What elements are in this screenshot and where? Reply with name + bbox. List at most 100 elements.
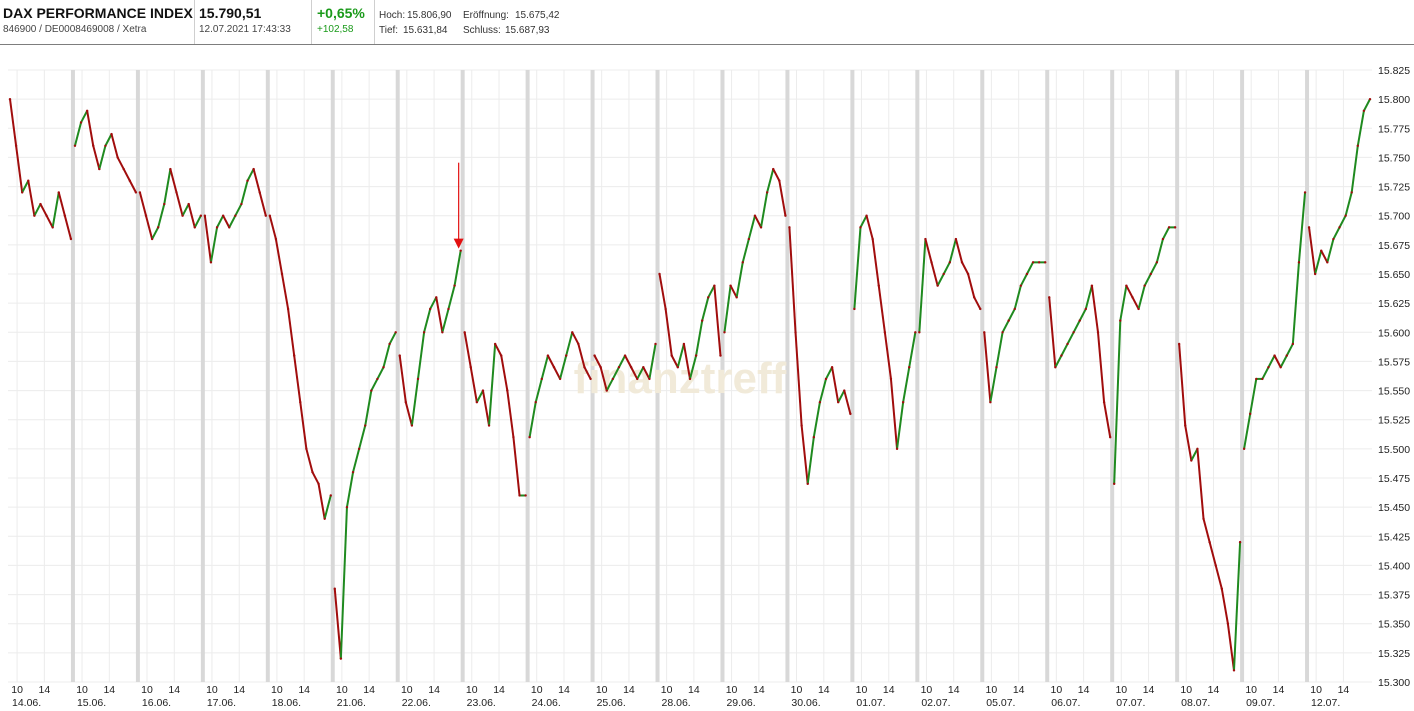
price-segment — [837, 390, 846, 403]
price-point — [1356, 144, 1360, 147]
price-point — [960, 261, 964, 264]
x-day-label: 12.07. — [1311, 697, 1340, 709]
price-point — [246, 179, 249, 182]
price-point — [8, 97, 12, 101]
price-segment — [806, 437, 815, 484]
price-point — [1208, 540, 1211, 544]
y-tick-label: 15.650 — [1378, 269, 1410, 281]
price-segment — [370, 378, 379, 392]
x-hour-label: 10 — [76, 684, 88, 696]
x-day-label: 06.07. — [1051, 697, 1080, 709]
price-point — [493, 342, 497, 346]
price-segment — [441, 308, 450, 333]
price-segment — [918, 238, 927, 333]
price-point — [849, 412, 852, 416]
price-point — [605, 389, 608, 392]
price-segment — [565, 332, 574, 356]
price-segment — [760, 192, 769, 228]
price-point — [51, 226, 54, 229]
price-point — [39, 202, 42, 206]
price-segment — [1332, 226, 1341, 240]
price-point — [410, 424, 414, 427]
price-segment — [9, 99, 18, 146]
price-point — [788, 226, 791, 229]
price-segment — [57, 192, 66, 216]
price-point — [506, 389, 509, 392]
price-segment — [908, 332, 917, 368]
price-segment — [658, 273, 667, 310]
x-day-label: 14.06. — [12, 697, 41, 709]
price-point — [729, 284, 732, 287]
price-segment — [234, 203, 243, 217]
low-label: Tief: — [379, 25, 399, 36]
price-point — [989, 401, 992, 404]
price-segment — [1226, 623, 1235, 671]
day-series-16.06. — [138, 167, 203, 241]
price-point — [1177, 342, 1181, 346]
price-point — [1072, 331, 1075, 334]
price-point — [1261, 377, 1264, 381]
price-point — [636, 377, 639, 381]
price-point — [914, 331, 917, 334]
y-tick-label: 15.775 — [1378, 123, 1410, 135]
x-hour-label: 10 — [141, 684, 153, 696]
price-point — [1090, 284, 1094, 287]
price-point — [79, 121, 83, 124]
price-segment — [410, 378, 419, 426]
price-point — [1184, 424, 1187, 427]
price-point — [463, 331, 466, 334]
price-segment — [388, 331, 397, 345]
x-hour-label: 10 — [1050, 684, 1062, 696]
day-series-18.06. — [268, 214, 332, 520]
price-point — [908, 366, 911, 369]
price-point — [895, 447, 899, 451]
price-segment — [1214, 565, 1223, 589]
instrument-name[interactable]: DAX PERFORMANCE INDEX — [3, 5, 193, 21]
price-segment — [299, 402, 308, 449]
price-point — [794, 331, 797, 334]
price-point — [877, 284, 880, 287]
price-point — [1350, 191, 1353, 194]
day-series-30.06. — [788, 226, 852, 486]
price-point — [818, 401, 822, 404]
price-point — [558, 377, 562, 381]
price-point — [73, 144, 77, 147]
price-segment — [889, 378, 899, 449]
price-segment — [877, 285, 886, 333]
price-segment — [1097, 332, 1106, 403]
price-segment — [222, 215, 231, 228]
price-point — [382, 366, 385, 369]
price-segment — [138, 192, 147, 216]
price-point — [676, 366, 680, 369]
price-segment — [540, 355, 549, 380]
intraday-chart[interactable]: finanztreff 15.30015.32515.35015.37515.4… — [0, 45, 1414, 711]
price-point — [1155, 261, 1159, 264]
price-point — [1238, 540, 1242, 544]
price-segment — [1149, 261, 1158, 275]
price-segment — [896, 402, 905, 449]
x-hour-label: 10 — [206, 684, 218, 696]
price-segment — [345, 471, 355, 508]
price-point — [707, 296, 710, 299]
price-point — [1143, 284, 1146, 287]
y-tick-label: 15.500 — [1378, 444, 1410, 456]
x-hour-label: 14 — [1078, 684, 1090, 696]
price-point — [163, 202, 166, 206]
day-series-29.06. — [723, 167, 787, 334]
price-point — [116, 156, 119, 159]
price-point — [311, 470, 314, 474]
price-segment — [475, 390, 484, 403]
x-hour-label: 14 — [1143, 684, 1155, 696]
price-point — [1054, 366, 1057, 369]
day-series-15.06. — [73, 109, 138, 194]
price-point — [357, 447, 361, 451]
price-segment — [1196, 448, 1205, 519]
open-value: 15.675,42 — [515, 10, 560, 21]
price-point — [741, 261, 744, 264]
price-point — [1291, 342, 1295, 346]
price-segment — [713, 285, 722, 356]
price-point — [370, 389, 373, 392]
price-segment — [942, 261, 951, 275]
price-segment — [122, 168, 131, 182]
price-point — [1273, 354, 1276, 357]
